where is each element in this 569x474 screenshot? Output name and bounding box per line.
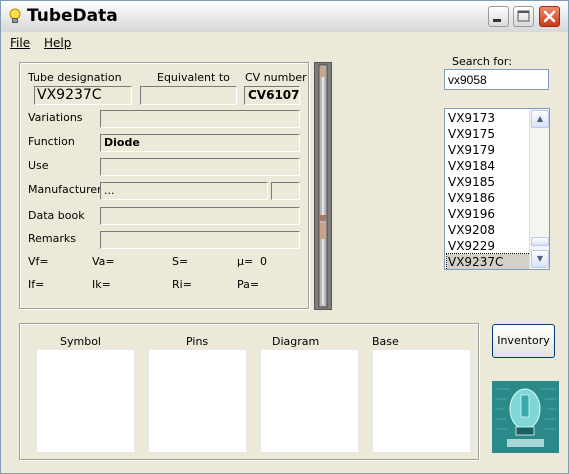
minimize-icon (493, 19, 501, 22)
function-label: Function (28, 135, 75, 148)
mu-value: 0 (260, 255, 267, 268)
manufacturer-label: Manufacturer (28, 183, 102, 196)
cv-number-label: CV number (245, 71, 307, 84)
app-window: TubeData File Help Tube designation Equi… (0, 0, 569, 474)
databook-label: Data book (28, 209, 85, 222)
if-label: If= (28, 278, 45, 291)
equivalent-field[interactable] (140, 86, 237, 105)
menu-file[interactable]: File (10, 36, 30, 50)
pins-panel (148, 349, 247, 453)
chevron-up-icon: ▲ (536, 114, 544, 123)
scroll-thumb[interactable] (531, 237, 549, 246)
base-panel (372, 349, 471, 453)
list-item-selected[interactable]: VX9237C (446, 253, 531, 269)
variations-label: Variations (28, 111, 83, 124)
ri-label: Ri= (172, 278, 192, 291)
lightbulb-icon (9, 8, 21, 23)
scroll-down-button[interactable]: ▼ (531, 250, 549, 268)
scroll-up-button[interactable]: ▲ (531, 110, 549, 128)
close-icon (543, 10, 556, 23)
list-item[interactable]: VX9179 (447, 142, 530, 158)
cv-number-field[interactable]: CV6107 (244, 86, 300, 105)
mu-label: µ= (237, 255, 254, 268)
close-button[interactable] (539, 6, 560, 27)
tube-logo-image (492, 381, 559, 453)
pa-label: Pa= (237, 278, 260, 291)
manufacturer-field[interactable]: ... (100, 182, 268, 200)
list-item[interactable]: VX9185 (447, 174, 530, 190)
list-item[interactable]: VX9229 (447, 238, 530, 254)
search-label: Search for: (452, 55, 512, 68)
menu-bar: File Help (1, 32, 568, 52)
list-item[interactable]: VX9173 (447, 110, 530, 126)
window-title: TubeData (27, 6, 118, 26)
maximize-button[interactable] (513, 6, 534, 27)
tube-image (314, 62, 332, 310)
va-label: Va= (92, 255, 115, 268)
menu-help-label: Help (44, 36, 72, 50)
tube-designation-label: Tube designation (28, 71, 122, 84)
minimize-button[interactable] (488, 6, 509, 27)
s-label: S= (172, 255, 189, 268)
base-label: Base (372, 335, 399, 348)
function-field[interactable]: Diode (100, 134, 300, 152)
tube-graphic (318, 64, 328, 308)
tube-designation-field[interactable]: VX9237C (34, 86, 132, 105)
list-item[interactable]: VX9186 (447, 190, 530, 206)
pins-label: Pins (186, 335, 209, 348)
title-bar: TubeData (1, 1, 568, 33)
symbol-label: Symbol (60, 335, 101, 348)
list-scrollbar[interactable]: ▲ ▼ (529, 109, 549, 269)
databook-field[interactable] (100, 207, 300, 225)
vf-label: Vf= (28, 255, 49, 268)
list-item[interactable]: VX9184 (447, 158, 530, 174)
equivalent-label: Equivalent to (157, 71, 230, 84)
variations-field[interactable] (100, 110, 300, 128)
list-item[interactable]: VX9196 (447, 206, 530, 222)
search-input[interactable] (444, 69, 549, 90)
list-item[interactable]: VX9175 (447, 126, 530, 142)
manufacturer-code-field[interactable] (271, 182, 300, 200)
maximize-icon (517, 10, 530, 22)
menu-help[interactable]: Help (44, 36, 71, 50)
use-field[interactable] (100, 158, 300, 176)
diagram-label: Diagram (272, 335, 320, 348)
tube-logo-graphic (492, 381, 559, 453)
remarks-field[interactable] (100, 231, 300, 249)
remarks-label: Remarks (28, 232, 76, 245)
symbol-panel (36, 349, 135, 453)
menu-file-label: File (10, 36, 31, 50)
use-label: Use (28, 159, 49, 172)
inventory-button[interactable]: Inventory (492, 324, 555, 358)
diagram-panel (260, 349, 359, 453)
chevron-down-icon: ▼ (536, 254, 544, 263)
ik-label: Ik= (92, 278, 111, 291)
tube-list[interactable]: VX9173 VX9175 VX9179 VX9184 VX9185 VX918… (444, 108, 550, 270)
list-item[interactable]: VX9208 (447, 222, 530, 238)
